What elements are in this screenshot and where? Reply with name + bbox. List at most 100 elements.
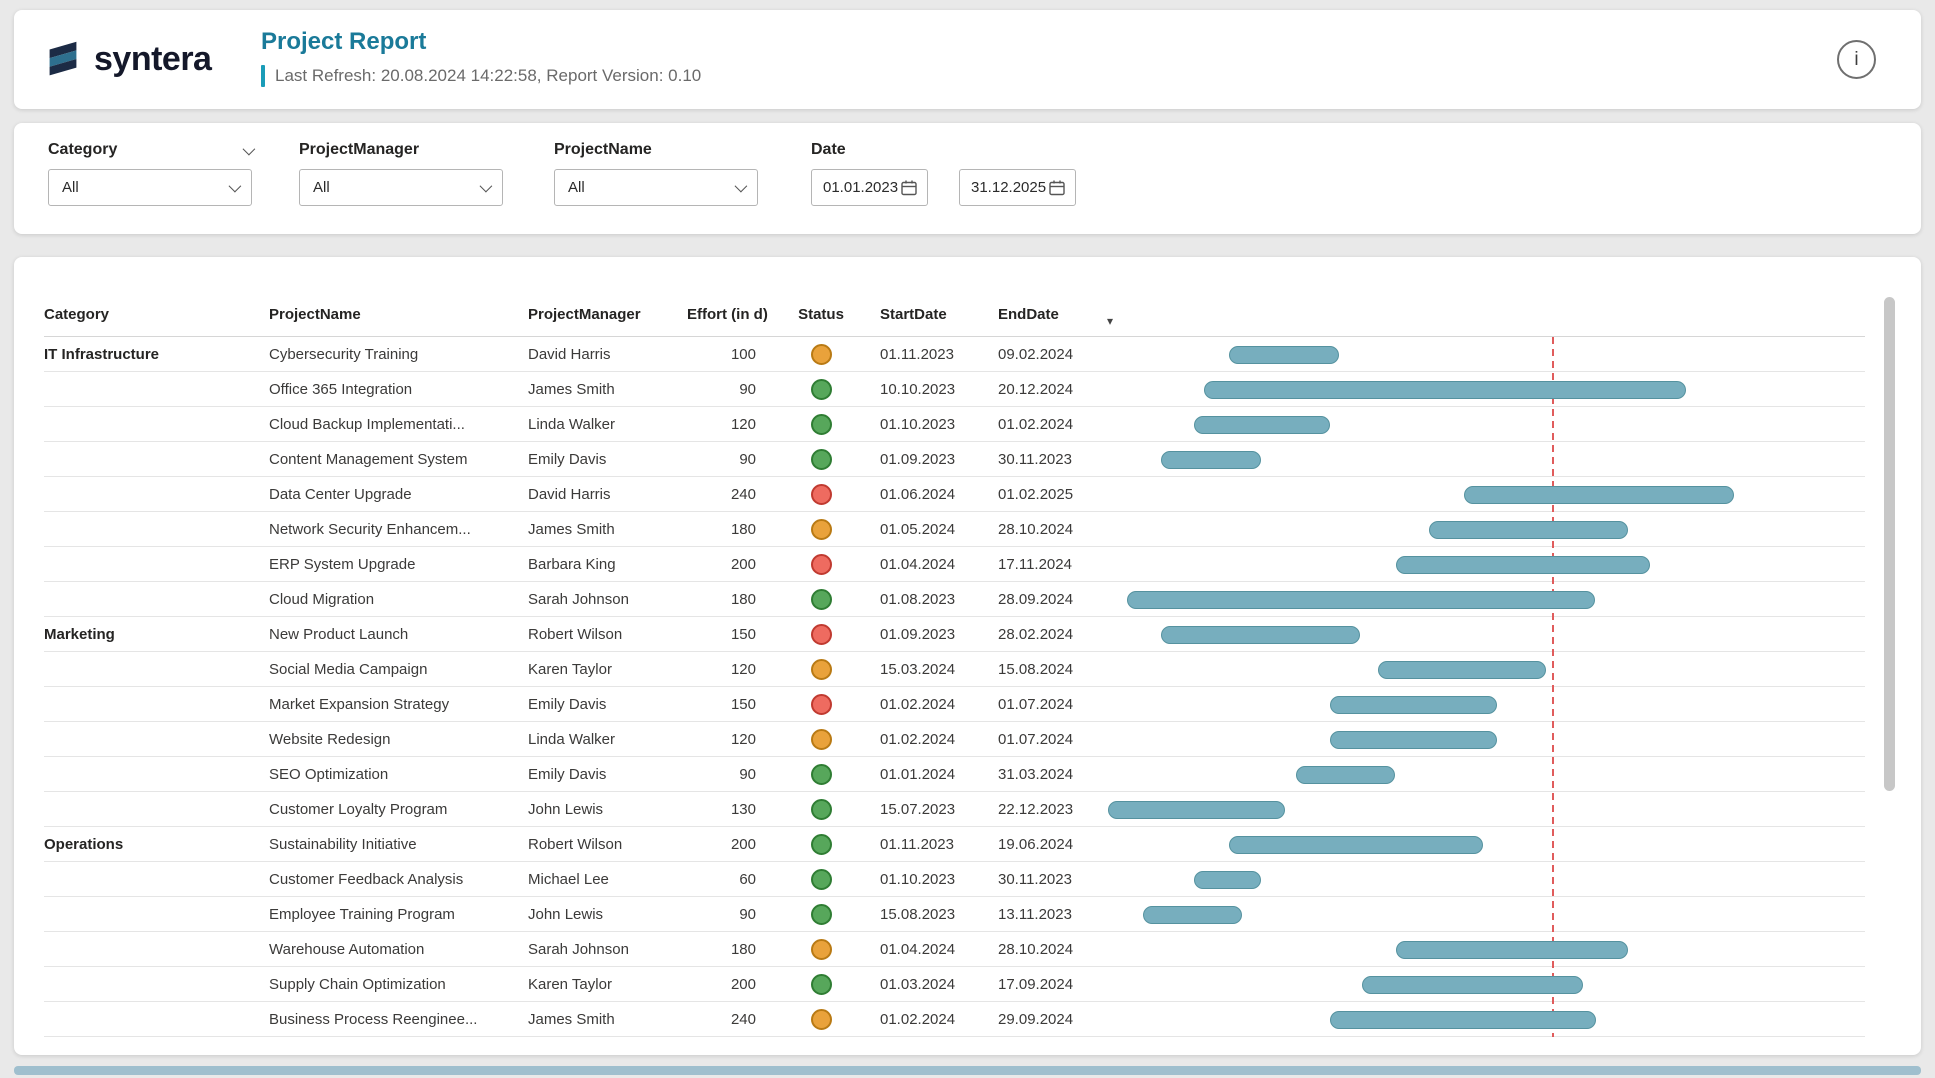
cell-start-date: 15.03.2024	[860, 661, 978, 678]
gantt-bar[interactable]	[1229, 836, 1484, 854]
cell-effort: 240	[687, 1011, 782, 1028]
cell-status	[782, 939, 860, 960]
column-header-end-date[interactable]: EndDate	[978, 306, 1093, 323]
gantt-bar[interactable]	[1429, 521, 1628, 539]
table-row[interactable]: Warehouse Automation Sarah Johnson 180 0…	[44, 932, 1865, 967]
gantt-bar[interactable]	[1204, 381, 1686, 399]
table-body: IT Infrastructure Cybersecurity Training…	[44, 337, 1865, 1037]
chevron-down-icon[interactable]	[243, 142, 256, 155]
cell-project-manager: Emily Davis	[528, 451, 687, 468]
category-dropdown[interactable]: All	[48, 169, 252, 206]
table-row[interactable]: Network Security Enhancem... James Smith…	[44, 512, 1865, 547]
table-row[interactable]: Content Management System Emily Davis 90…	[44, 442, 1865, 477]
column-header-status[interactable]: Status	[782, 306, 860, 323]
gantt-bar[interactable]	[1127, 591, 1595, 609]
table-row[interactable]: Cloud Backup Implementati... Linda Walke…	[44, 407, 1865, 442]
column-header-project-name[interactable]: ProjectName	[269, 306, 528, 323]
cell-start-date: 01.01.2024	[860, 766, 978, 783]
project-name-dropdown-value: All	[568, 179, 585, 196]
table-row[interactable]: Website Redesign Linda Walker 120 01.02.…	[44, 722, 1865, 757]
column-header-effort[interactable]: Effort (in d)	[687, 306, 782, 323]
column-header-category[interactable]: Category	[44, 306, 269, 323]
cell-end-date: 28.02.2024	[978, 626, 1093, 643]
table-row[interactable]: Employee Training Program John Lewis 90 …	[44, 897, 1865, 932]
gantt-bar[interactable]	[1330, 1011, 1596, 1029]
gantt-bar[interactable]	[1296, 766, 1395, 784]
table-row[interactable]: Customer Loyalty Program John Lewis 130 …	[44, 792, 1865, 827]
cell-effort: 120	[687, 661, 782, 678]
table-row[interactable]: Data Center Upgrade David Harris 240 01.…	[44, 477, 1865, 512]
cell-end-date: 19.06.2024	[978, 836, 1093, 853]
table-row[interactable]: ERP System Upgrade Barbara King 200 01.0…	[44, 547, 1865, 582]
table-row[interactable]: Cloud Migration Sarah Johnson 180 01.08.…	[44, 582, 1865, 617]
calendar-icon[interactable]	[900, 179, 918, 197]
cell-start-date: 01.10.2023	[860, 416, 978, 433]
gantt-bar[interactable]	[1194, 416, 1330, 434]
status-dot	[811, 834, 832, 855]
cell-end-date: 28.10.2024	[978, 941, 1093, 958]
project-name-dropdown[interactable]: All	[554, 169, 758, 206]
sort-indicator-icon[interactable]: ▾	[1107, 314, 1113, 328]
info-icon: i	[1854, 49, 1858, 71]
gantt-bar[interactable]	[1108, 801, 1284, 819]
date-end-input[interactable]: 31.12.2025	[959, 169, 1076, 206]
gantt-bar[interactable]	[1161, 451, 1260, 469]
gantt-bar[interactable]	[1330, 696, 1497, 714]
gantt-bar[interactable]	[1378, 661, 1547, 679]
table-row[interactable]: SEO Optimization Emily Davis 90 01.01.20…	[44, 757, 1865, 792]
table-row[interactable]: Customer Feedback Analysis Michael Lee 6…	[44, 862, 1865, 897]
cell-effort: 130	[687, 801, 782, 818]
cell-effort: 200	[687, 556, 782, 573]
horizontal-scrollbar[interactable]	[14, 1066, 1921, 1075]
table-row[interactable]: Supply Chain Optimization Karen Taylor 2…	[44, 967, 1865, 1002]
gantt-bar[interactable]	[1396, 941, 1628, 959]
cell-project-name: Data Center Upgrade	[269, 486, 528, 503]
gantt-cell	[1093, 652, 1865, 687]
info-button[interactable]: i	[1837, 40, 1876, 79]
gantt-cell	[1093, 757, 1865, 792]
vertical-scrollbar[interactable]	[1884, 297, 1895, 791]
column-header-start-date[interactable]: StartDate	[860, 306, 978, 323]
cell-start-date: 01.03.2024	[860, 976, 978, 993]
table-row[interactable]: Market Expansion Strategy Emily Davis 15…	[44, 687, 1865, 722]
cell-project-manager: James Smith	[528, 521, 687, 538]
cell-project-manager: Sarah Johnson	[528, 591, 687, 608]
gantt-bar[interactable]	[1330, 731, 1497, 749]
gantt-bar[interactable]	[1194, 871, 1260, 889]
cell-start-date: 10.10.2023	[860, 381, 978, 398]
date-start-input[interactable]: 01.01.2023	[811, 169, 928, 206]
table-row[interactable]: Marketing New Product Launch Robert Wils…	[44, 617, 1865, 652]
gantt-cell	[1093, 897, 1865, 932]
cell-status	[782, 379, 860, 400]
project-manager-dropdown[interactable]: All	[299, 169, 503, 206]
column-header-project-manager[interactable]: ProjectManager	[528, 306, 687, 323]
cell-end-date: 29.09.2024	[978, 1011, 1093, 1028]
gantt-bar[interactable]	[1229, 346, 1339, 364]
table-row[interactable]: Office 365 Integration James Smith 90 10…	[44, 372, 1865, 407]
cell-start-date: 01.09.2023	[860, 626, 978, 643]
status-dot	[811, 379, 832, 400]
table-row[interactable]: Social Media Campaign Karen Taylor 120 1…	[44, 652, 1865, 687]
cell-effort: 180	[687, 941, 782, 958]
gantt-cell	[1093, 372, 1865, 407]
gantt-cell	[1093, 687, 1865, 722]
table-row[interactable]: Operations Sustainability Initiative Rob…	[44, 827, 1865, 862]
cell-end-date: 15.08.2024	[978, 661, 1093, 678]
cell-project-name: Website Redesign	[269, 731, 528, 748]
gantt-bar[interactable]	[1143, 906, 1242, 924]
filter-category-label: Category	[48, 141, 117, 159]
cell-project-manager: Emily Davis	[528, 766, 687, 783]
status-dot	[811, 799, 832, 820]
calendar-icon[interactable]	[1048, 179, 1066, 197]
cell-start-date: 01.04.2024	[860, 941, 978, 958]
table-row[interactable]: IT Infrastructure Cybersecurity Training…	[44, 337, 1865, 372]
gantt-bar[interactable]	[1396, 556, 1650, 574]
gantt-bar[interactable]	[1161, 626, 1360, 644]
gantt-bar[interactable]	[1464, 486, 1734, 504]
cell-start-date: 15.08.2023	[860, 906, 978, 923]
chevron-down-icon	[735, 180, 748, 193]
cell-project-manager: John Lewis	[528, 801, 687, 818]
table-row[interactable]: Business Process Reenginee... James Smit…	[44, 1002, 1865, 1037]
cell-effort: 200	[687, 836, 782, 853]
gantt-bar[interactable]	[1362, 976, 1583, 994]
